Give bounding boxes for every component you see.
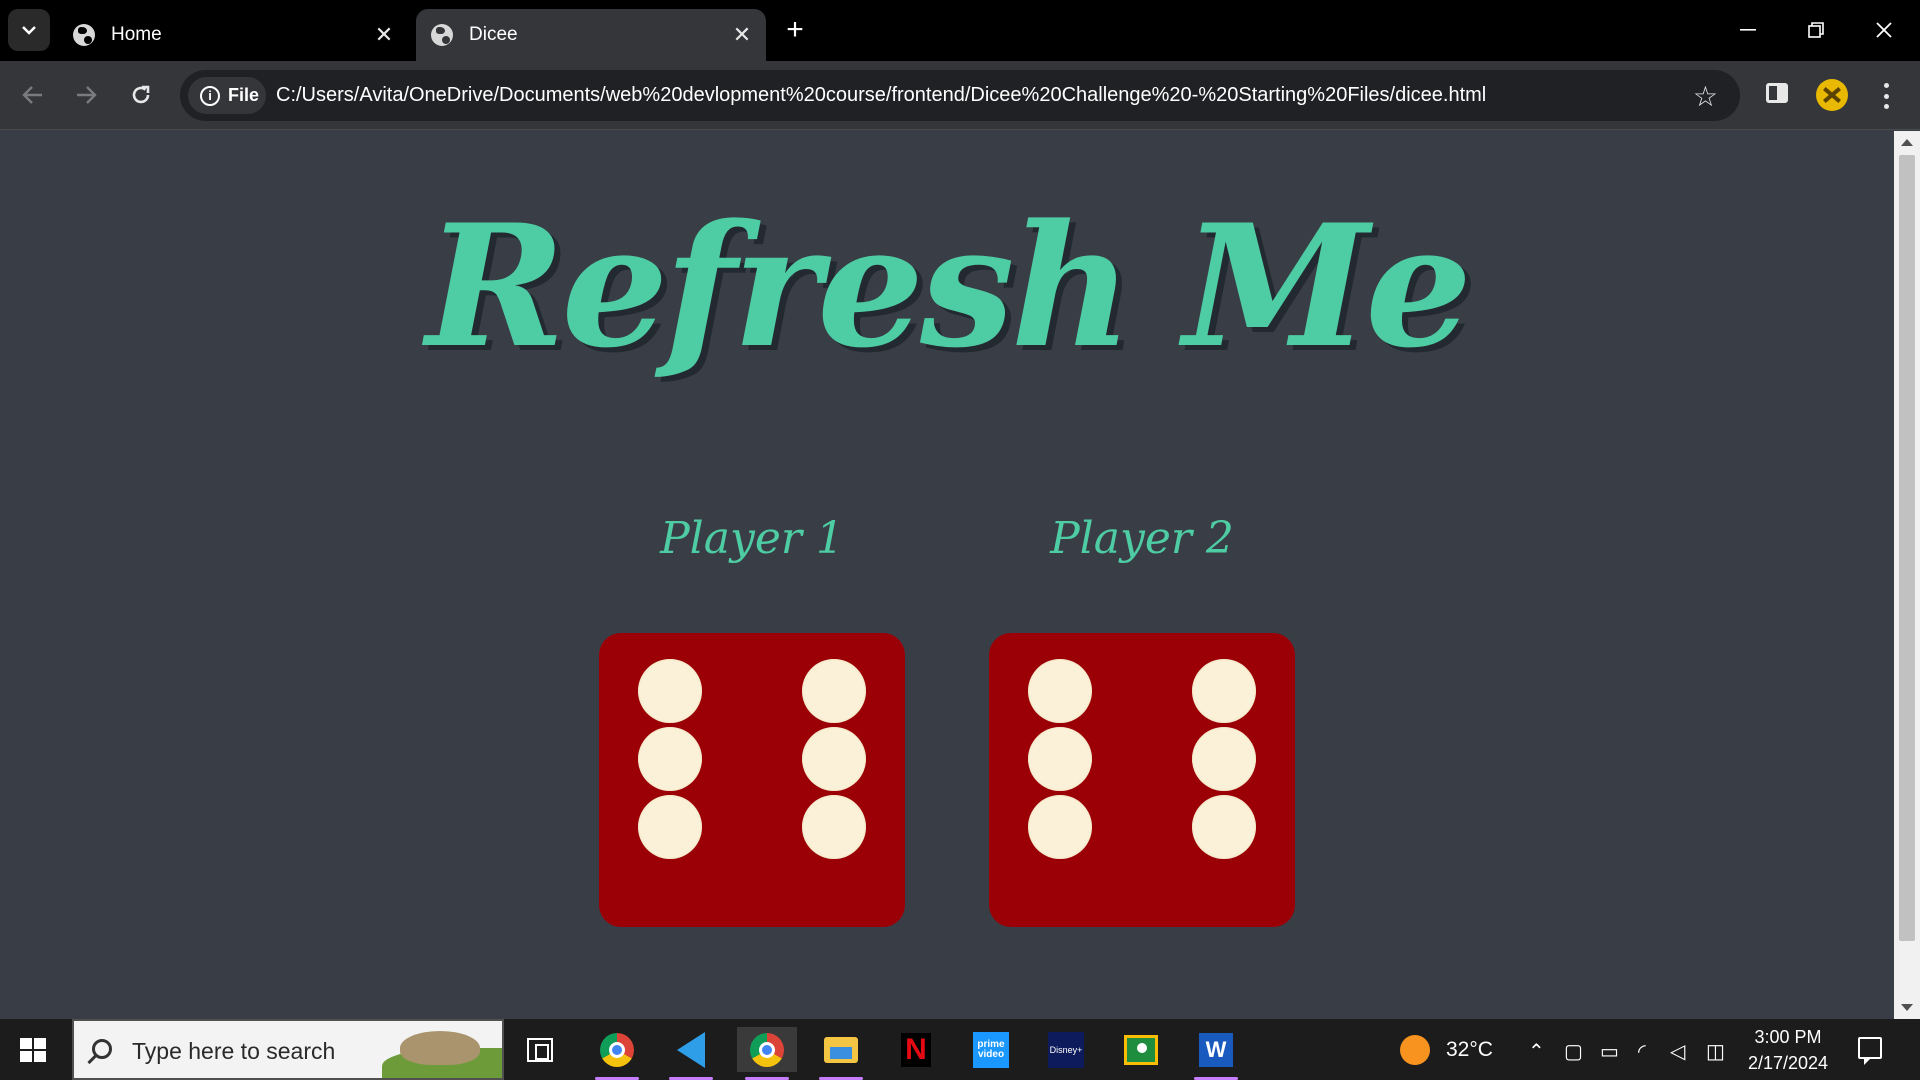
die-pip (638, 795, 702, 859)
tab-home[interactable]: Home ✕ (58, 9, 408, 61)
reload-icon[interactable] (121, 75, 161, 115)
globe-icon (73, 24, 95, 46)
side-panel-icon[interactable] (1766, 83, 1788, 103)
page-headline: Refresh Me (425, 187, 1472, 385)
chrome-app-icon[interactable] (587, 1027, 647, 1080)
vertical-scrollbar[interactable] (1894, 131, 1920, 1019)
chevron-up-icon[interactable]: ⌃ (1528, 1039, 1545, 1064)
die-pip (802, 659, 866, 723)
page-viewport: Refresh Me Player 1 Player 2 (0, 131, 1894, 1019)
site-info-chip[interactable]: i File (188, 77, 266, 114)
close-tab-icon[interactable]: ✕ (370, 21, 398, 49)
minimize-icon[interactable] (1726, 12, 1770, 48)
new-tab-icon[interactable]: + (778, 12, 812, 48)
die-pip (802, 795, 866, 859)
tab-search-button[interactable] (8, 9, 50, 51)
globe-icon (431, 24, 453, 46)
meet-now-icon[interactable]: ▢ (1564, 1039, 1583, 1064)
scrollbar-thumb[interactable] (1899, 155, 1915, 941)
netflix-app-icon[interactable]: N (886, 1027, 946, 1072)
chrome-app-icon-active[interactable] (737, 1027, 797, 1080)
close-tab-icon[interactable]: ✕ (728, 21, 756, 49)
battery-icon[interactable]: ▭ (1600, 1039, 1619, 1064)
restore-icon[interactable] (1794, 12, 1838, 48)
player-2-die (989, 633, 1295, 927)
weather-temp: 32°C (1446, 1038, 1493, 1061)
die-pip (1028, 795, 1092, 859)
scroll-down-arrow[interactable] (1901, 1004, 1913, 1011)
bookmark-star-icon[interactable]: ☆ (1693, 80, 1718, 113)
task-view-icon[interactable] (510, 1027, 570, 1072)
tab-title: Dicee (469, 24, 518, 45)
search-highlight-pangolin (400, 1031, 480, 1065)
weather-widget[interactable]: 32°C (1400, 1035, 1493, 1065)
die-pip (1192, 659, 1256, 723)
chevron-down-icon (22, 26, 36, 35)
player-1-die (599, 633, 905, 927)
clock-date: 2/17/2024 (1747, 1053, 1829, 1073)
volume-icon[interactable]: ◁ (1670, 1039, 1685, 1064)
die-pip (1192, 795, 1256, 859)
sync-icon[interactable]: ◫ (1706, 1039, 1725, 1064)
file-explorer-icon[interactable] (811, 1027, 871, 1080)
more-menu-icon[interactable] (1878, 79, 1894, 113)
die-pip (802, 727, 866, 791)
tab-dicee[interactable]: Dicee ✕ (416, 9, 766, 61)
player-1-label: Player 1 (660, 513, 844, 564)
browser-toolbar: i File C:/Users/Avita/OneDrive/Documents… (0, 61, 1920, 130)
word-app-icon[interactable]: W (1186, 1027, 1246, 1080)
google-classroom-app-icon[interactable] (1111, 1027, 1171, 1072)
taskbar-clock[interactable]: 3:00 PM 2/17/2024 (1740, 1024, 1836, 1076)
search-icon (92, 1039, 112, 1059)
clock-time: 3:00 PM (1754, 1027, 1822, 1047)
die-pip (638, 727, 702, 791)
die-pip (1192, 727, 1256, 791)
profile-avatar[interactable] (1816, 79, 1848, 111)
vscode-app-icon[interactable] (661, 1027, 721, 1080)
url-text[interactable]: C:/Users/Avita/OneDrive/Documents/web%20… (276, 84, 1486, 107)
search-placeholder: Type here to search (132, 1038, 336, 1064)
back-icon[interactable] (13, 75, 53, 115)
tab-title: Home (111, 24, 162, 45)
wifi-icon[interactable]: ◜ (1638, 1039, 1646, 1064)
windows-taskbar: Type here to search N prime video Disney… (0, 1019, 1920, 1080)
sun-icon (1400, 1035, 1430, 1065)
die-pip (1028, 727, 1092, 791)
forward-icon[interactable] (66, 75, 106, 115)
scroll-up-arrow[interactable] (1901, 139, 1913, 146)
window-close-icon[interactable] (1862, 12, 1906, 48)
taskbar-search-box[interactable]: Type here to search (72, 1019, 504, 1080)
notification-icon[interactable] (1858, 1037, 1882, 1065)
disney-plus-app-icon[interactable]: Disney+ (1036, 1027, 1096, 1072)
info-icon: i (200, 85, 220, 106)
address-bar[interactable]: i File C:/Users/Avita/OneDrive/Documents… (180, 70, 1740, 121)
die-pip (638, 659, 702, 723)
prime-video-app-icon[interactable]: prime video (961, 1027, 1021, 1072)
player-2-label: Player 2 (1050, 513, 1234, 564)
browser-tab-strip: Home ✕ Dicee ✕ + (0, 0, 1920, 61)
windows-start-icon[interactable] (20, 1038, 46, 1062)
die-pip (1028, 659, 1092, 723)
scheme-label: File (228, 85, 260, 105)
